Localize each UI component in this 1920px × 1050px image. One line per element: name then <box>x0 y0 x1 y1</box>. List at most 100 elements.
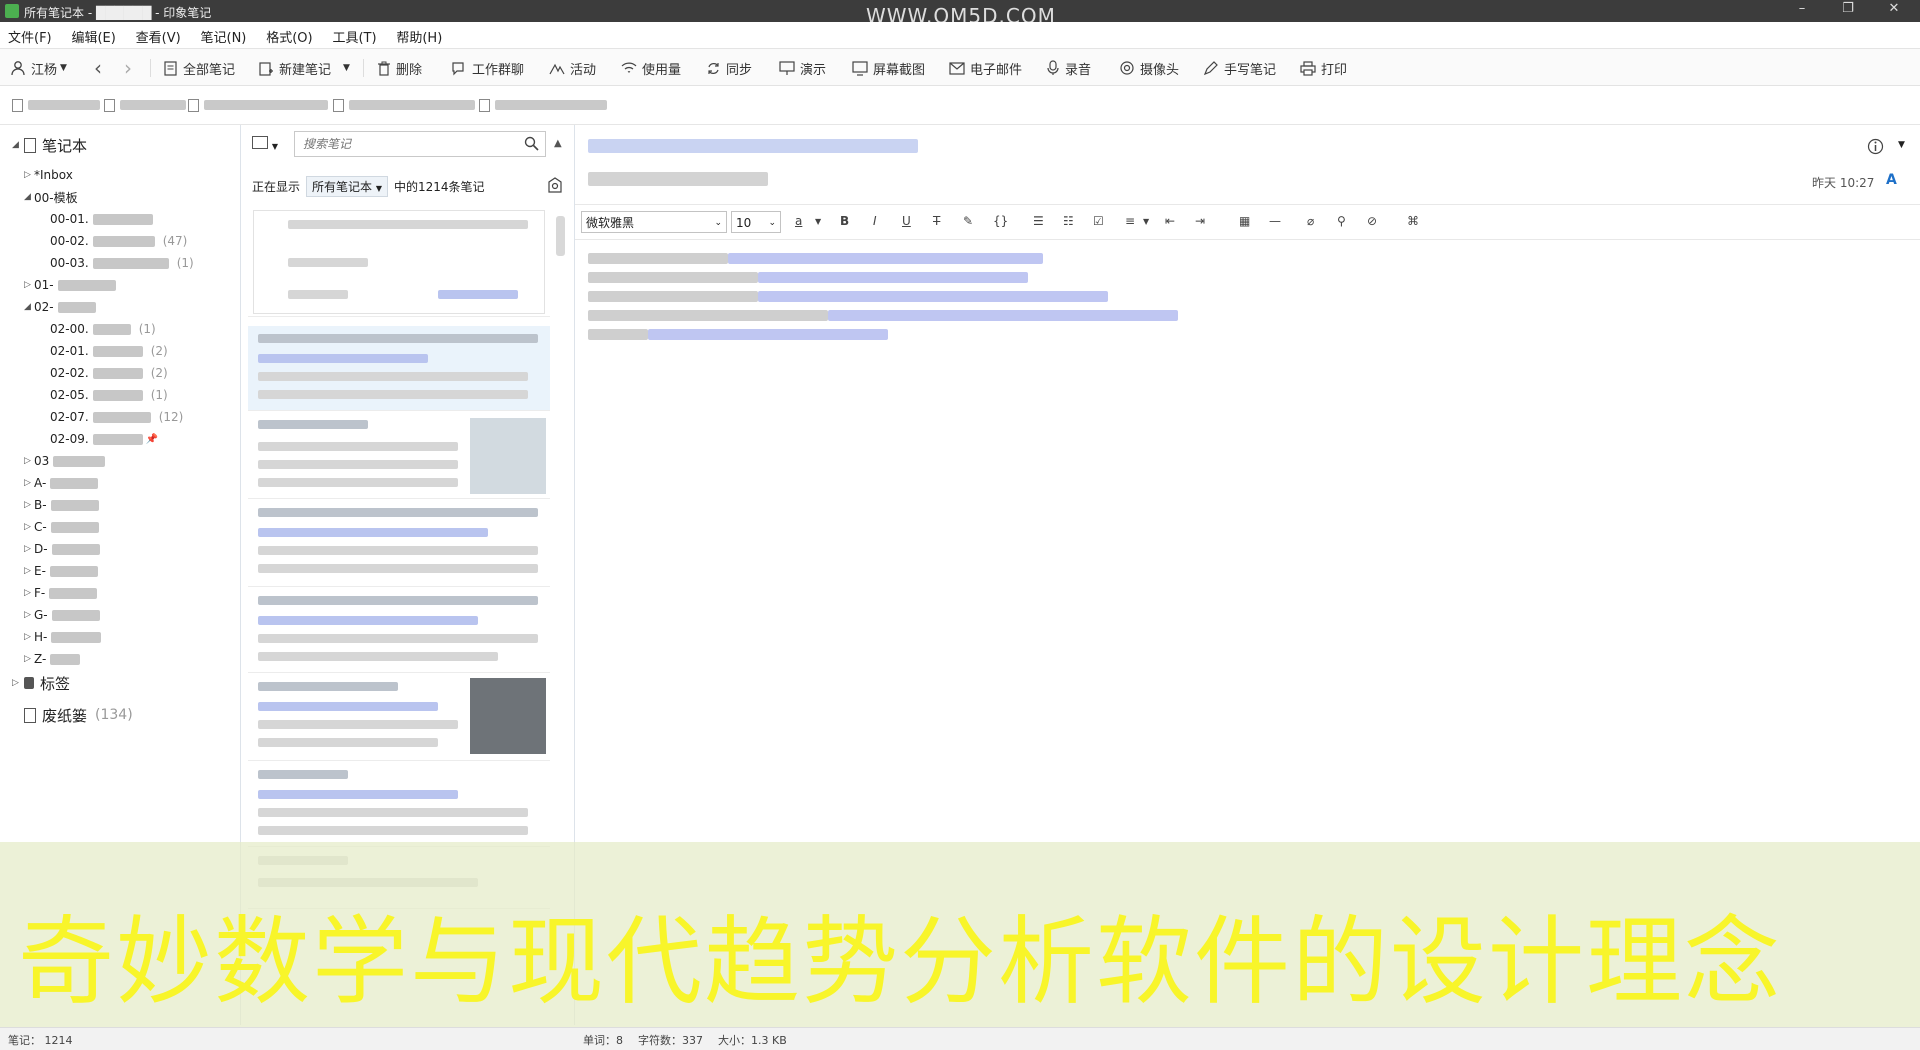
email-button[interactable]: 电子邮件 <box>949 57 1022 79</box>
notebook-item[interactable]: 02-00. (1) <box>50 319 156 339</box>
notebook-G[interactable]: ▷ G- <box>24 605 100 625</box>
notebook-root[interactable]: ◢ 笔记本 <box>12 135 87 155</box>
shortcut-item[interactable] <box>104 98 186 112</box>
font-style-icon[interactable]: A <box>1886 172 1897 188</box>
menu-format[interactable]: 格式(O) <box>258 22 320 46</box>
notebook-D[interactable]: ▷ D- <box>24 539 100 559</box>
menu-file[interactable]: 文件(F) <box>0 22 60 46</box>
print-button[interactable]: 打印 <box>1300 57 1347 79</box>
shortcut-item[interactable] <box>12 98 100 112</box>
notebook-B[interactable]: ▷ B- <box>24 495 99 515</box>
note-card[interactable] <box>248 208 550 317</box>
menu-help[interactable]: 帮助(H) <box>388 22 450 46</box>
note-card[interactable] <box>248 674 550 761</box>
info-icon[interactable] <box>1867 138 1884 155</box>
work-chat-button[interactable]: 工作群聊 <box>451 57 524 79</box>
attachment-icon[interactable]: ⌀ <box>1307 214 1314 228</box>
search-scope-icon[interactable] <box>546 176 564 197</box>
menu-note[interactable]: 笔记(N) <box>193 22 255 46</box>
highlighter-icon[interactable]: ✎ <box>963 214 973 228</box>
new-note-button[interactable]: 新建笔记 ▼ <box>259 57 350 79</box>
notelist-scrollbar[interactable] <box>556 216 565 256</box>
link-icon[interactable]: ⚲ <box>1337 214 1346 228</box>
notebook-F[interactable]: ▷ F- <box>24 583 98 603</box>
notebook-Z[interactable]: ▷ Z- <box>24 649 81 669</box>
italic-button[interactable]: I <box>873 214 877 228</box>
activity-button[interactable]: 活动 <box>549 57 596 79</box>
indent-icon[interactable]: ⇥ <box>1195 214 1205 228</box>
notebook-item[interactable]: 02-01. (2) <box>50 341 168 361</box>
notebook-item[interactable]: 02-09. 📌 <box>50 429 158 449</box>
notebook-item[interactable]: 00-02. (47) <box>50 231 187 251</box>
note-card[interactable] <box>248 588 550 673</box>
menu-edit[interactable]: 编辑(E) <box>63 22 123 46</box>
align-icon[interactable]: ≡ <box>1125 214 1135 228</box>
all-notes-button[interactable]: 全部笔记 <box>163 57 235 79</box>
handwriting-button[interactable]: 手写笔记 <box>1203 57 1276 79</box>
shortcut-item[interactable] <box>188 98 328 112</box>
notebook-templates[interactable]: ◢ 00-模板 <box>24 187 78 207</box>
shortcut-item[interactable] <box>333 98 475 112</box>
restore-button[interactable]: ❐ <box>1828 1 1868 21</box>
outdent-icon[interactable]: ⇤ <box>1165 214 1175 228</box>
screenshot-button[interactable]: 屏幕截图 <box>852 57 925 79</box>
chevron-down-icon[interactable]: ▼ <box>1898 140 1905 150</box>
font-family-select[interactable]: 微软雅黑 ⌄ <box>581 211 727 233</box>
remove-link-icon[interactable]: ⊘ <box>1367 214 1377 228</box>
notebook-E[interactable]: ▷ E- <box>24 561 98 581</box>
trash-section[interactable]: 废纸篓 (134) <box>24 705 133 725</box>
notebook-A[interactable]: ▷ A- <box>24 473 99 493</box>
horizontal-rule-icon[interactable]: — <box>1269 214 1281 228</box>
notebook-03[interactable]: ▷ 03 <box>24 451 106 471</box>
chevron-down-icon[interactable]: ▼ <box>815 217 821 226</box>
camera-button[interactable]: 摄像头 <box>1119 57 1179 79</box>
notebook-item[interactable]: 02-07. (12) <box>50 407 183 427</box>
back-button[interactable]: ‹ <box>94 56 102 80</box>
shortcut-icon[interactable]: ⌘ <box>1407 214 1419 228</box>
note-card[interactable] <box>248 762 550 847</box>
present-button[interactable]: 演示 <box>779 57 826 79</box>
search-icon[interactable] <box>524 136 539 151</box>
notebook-item[interactable]: 00-03. (1) <box>50 253 194 273</box>
code-block-icon[interactable]: {} <box>993 214 1008 228</box>
menu-view[interactable]: 查看(V) <box>128 22 189 46</box>
notebook-inbox[interactable]: ▷ *Inbox <box>24 165 73 185</box>
record-audio-button[interactable]: 录音 <box>1046 57 1091 79</box>
underline-button[interactable]: U <box>902 214 911 228</box>
notebook-C[interactable]: ▷ C- <box>24 517 99 537</box>
tags-section[interactable]: ▷ 标签 <box>12 673 70 693</box>
notebook-item[interactable]: 02-05. (1) <box>50 385 168 405</box>
view-toggle-button[interactable]: ▼ <box>252 136 278 152</box>
note-card[interactable] <box>248 500 550 587</box>
search-input[interactable] <box>301 134 515 154</box>
notebook-item[interactable]: 02-02. (2) <box>50 363 168 383</box>
notebook-filter-dropdown[interactable]: 所有笔记本 ▼ <box>306 175 389 197</box>
table-icon[interactable]: ▦ <box>1239 214 1250 228</box>
menu-tools[interactable]: 工具(T) <box>324 22 384 46</box>
checkbox-icon[interactable]: ☑ <box>1093 214 1104 228</box>
bullet-list-icon[interactable]: ☰ <box>1033 214 1044 228</box>
numbered-list-icon[interactable]: ☷ <box>1063 214 1074 228</box>
notebook-02[interactable]: ◢ 02- <box>24 297 96 317</box>
sync-button[interactable]: 同步 <box>706 57 752 79</box>
font-size-select[interactable]: 10 ⌄ <box>731 211 781 233</box>
bold-button[interactable]: B <box>840 214 849 228</box>
notebook-H[interactable]: ▷ H- <box>24 627 102 647</box>
forward-button[interactable]: › <box>124 56 132 80</box>
note-title-blurred[interactable] <box>588 139 918 153</box>
delete-button[interactable]: 删除 <box>377 57 422 79</box>
strikethrough-button[interactable]: T <box>933 214 940 228</box>
note-card[interactable] <box>248 412 550 499</box>
usage-button[interactable]: 使用量 <box>621 57 681 79</box>
minimize-button[interactable]: – <box>1782 1 1822 21</box>
text-color-button[interactable]: a <box>795 214 802 228</box>
account-button[interactable]: 江杨 ▼ <box>10 57 67 79</box>
chevron-down-icon[interactable]: ▼ <box>1143 217 1149 226</box>
notebook-item[interactable]: 00-01. <box>50 209 153 229</box>
close-button[interactable]: ✕ <box>1874 1 1914 21</box>
notebook-01[interactable]: ▷ 01- <box>24 275 116 295</box>
note-card-selected[interactable] <box>248 326 550 411</box>
shortcut-item[interactable] <box>479 98 607 112</box>
collapse-up-icon[interactable]: ▲ <box>554 138 562 149</box>
item-prefix: Z- <box>34 652 47 666</box>
